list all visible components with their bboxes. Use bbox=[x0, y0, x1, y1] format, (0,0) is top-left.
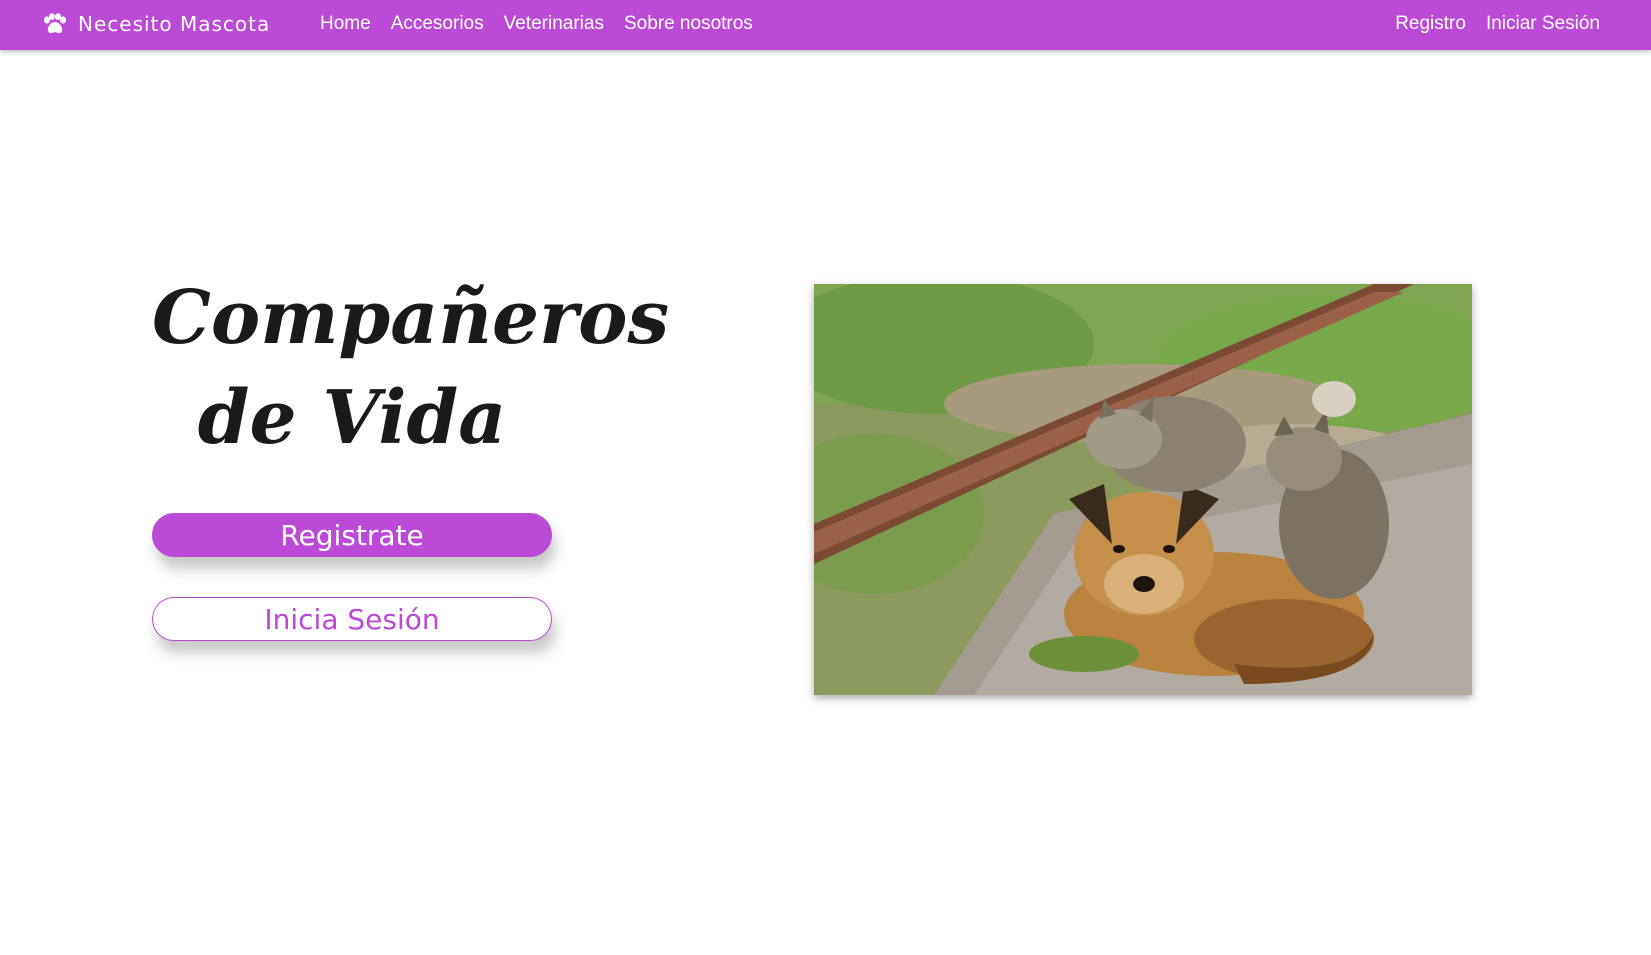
nav-link-accesorios[interactable]: Accesorios bbox=[391, 13, 484, 34]
login-button[interactable]: Inicia Sesión bbox=[152, 597, 552, 641]
auth-nav: Registro Iniciar Sesión bbox=[1395, 0, 1600, 47]
brand-link[interactable]: Necesito Mascota bbox=[42, 0, 270, 47]
top-navbar: Necesito Mascota Home Accesorios Veterin… bbox=[0, 0, 1651, 50]
hero-photo-dog-and-cats bbox=[814, 284, 1472, 695]
nav-link-veterinarias[interactable]: Veterinarias bbox=[504, 13, 604, 34]
hero-title: Compañeros de Vida bbox=[152, 268, 669, 468]
nav-item-registro: Registro bbox=[1395, 13, 1466, 35]
brand-name: Necesito Mascota bbox=[78, 11, 271, 36]
nav-item-iniciar-sesion: Iniciar Sesión bbox=[1486, 13, 1600, 35]
hero-title-line2: de Vida bbox=[197, 375, 507, 461]
register-button[interactable]: Registrate bbox=[152, 513, 552, 557]
paw-icon bbox=[44, 12, 66, 33]
main-nav: Home Accesorios Veterinarias Sobre nosot… bbox=[320, 0, 753, 47]
nav-link-sobre-nosotros[interactable]: Sobre nosotros bbox=[624, 13, 753, 34]
nav-item-home: Home bbox=[320, 13, 371, 35]
nav-link-home[interactable]: Home bbox=[320, 13, 371, 34]
nav-item-accesorios: Accesorios bbox=[391, 13, 484, 35]
nav-link-iniciar-sesion[interactable]: Iniciar Sesión bbox=[1486, 13, 1600, 34]
hero-photo-illustration bbox=[814, 284, 1472, 695]
nav-item-sobre-nosotros: Sobre nosotros bbox=[624, 13, 753, 35]
nav-item-veterinarias: Veterinarias bbox=[504, 13, 604, 35]
hero-title-line1: Compañeros bbox=[152, 275, 670, 361]
nav-link-registro[interactable]: Registro bbox=[1395, 13, 1466, 34]
